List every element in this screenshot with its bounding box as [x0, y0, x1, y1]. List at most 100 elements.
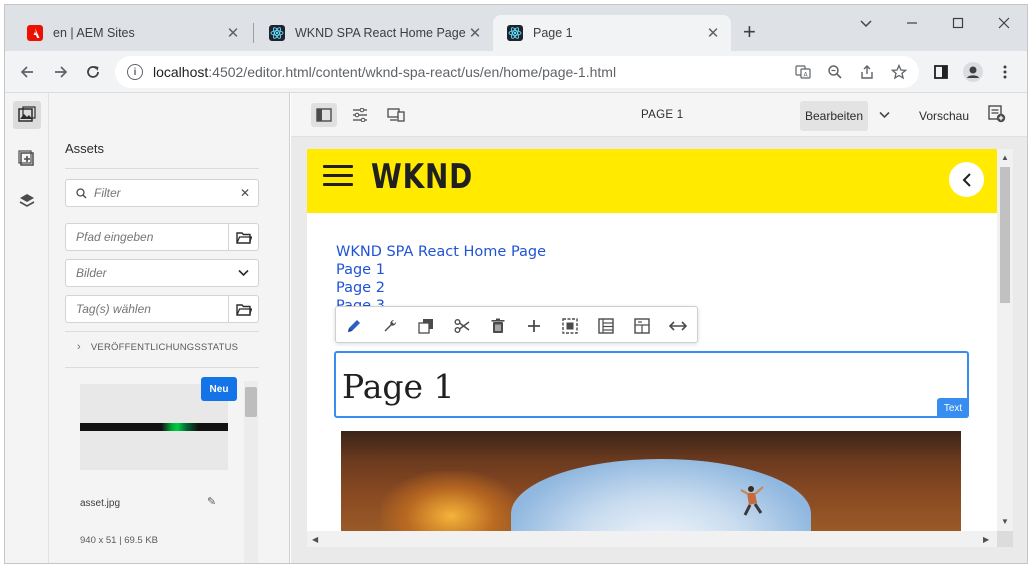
cut-scissors-icon[interactable] — [450, 314, 474, 338]
address-bar[interactable]: i localhost:4502/editor.html/content/wkn… — [115, 56, 919, 88]
insert-plus-icon[interactable] — [522, 314, 546, 338]
url-host: localhost — [153, 64, 209, 80]
divider — [65, 168, 259, 169]
new-badge: Neu — [201, 377, 237, 401]
scrollbar-thumb[interactable] — [245, 387, 257, 417]
text-component-selected[interactable]: Page 1 Text — [334, 351, 969, 418]
page-content-frame: WKND WKND SPA React Home Page Page 1 Pag… — [307, 149, 1013, 547]
site-info-icon[interactable]: i — [127, 64, 143, 80]
close-icon[interactable]: ✕ — [225, 24, 241, 42]
pencil-edit-icon[interactable]: ✎ — [207, 495, 216, 508]
content-vertical-scrollbar[interactable]: ▲ ▼ — [997, 149, 1013, 531]
tab-aem-sites[interactable]: en | AEM Sites ✕ — [13, 15, 251, 51]
assets-panel: Assets Filter ✕ Pfad eingeben Bilder Tag… — [49, 93, 334, 563]
scroll-up-arrow-icon[interactable]: ▲ — [1001, 153, 1009, 162]
select-parent-icon[interactable] — [558, 314, 582, 338]
divider — [65, 367, 259, 368]
path-field[interactable]: Pfad eingeben — [65, 223, 259, 251]
asset-type-select[interactable]: Bilder — [65, 259, 259, 287]
tags-input[interactable]: Tag(s) wählen — [66, 302, 228, 316]
toggle-side-panel-icon[interactable] — [311, 103, 337, 127]
scroll-left-arrow-icon[interactable]: ◀ — [312, 535, 318, 544]
asset-image-preview — [80, 423, 228, 431]
url-text: localhost:4502/editor.html/content/wknd-… — [153, 64, 616, 80]
profile-avatar-icon[interactable] — [963, 62, 983, 82]
navigation-list: WKND SPA React Home Page Page 1 Page 2 P… — [336, 243, 546, 315]
chevron-left-icon[interactable] — [949, 162, 984, 197]
asset-list-scrollbar[interactable] — [244, 381, 258, 563]
content-tree-layers-icon[interactable] — [13, 187, 41, 215]
new-tab-button[interactable]: + — [743, 19, 756, 45]
translate-icon[interactable]: A — [795, 64, 811, 80]
menu-kebab-icon[interactable] — [995, 62, 1015, 82]
hamburger-menu-icon[interactable] — [323, 165, 353, 187]
tab-page-1[interactable]: Page 1 ✕ — [493, 15, 731, 51]
maximize-icon[interactable] — [935, 9, 981, 37]
close-window-icon[interactable] — [981, 9, 1027, 37]
tab-divider — [253, 23, 254, 43]
chevron-down-icon[interactable] — [879, 107, 890, 122]
side-panel-icon[interactable] — [931, 62, 951, 82]
climber-figure — [740, 486, 764, 516]
scrollbar-thumb[interactable] — [1000, 167, 1010, 303]
tab-wknd-home[interactable]: WKND SPA React Home Page ✕ — [255, 15, 493, 51]
editor-canvas: WKND WKND SPA React Home Page Page 1 Pag… — [291, 137, 1027, 563]
site-logo[interactable]: WKND — [371, 157, 473, 197]
style-system-icon[interactable] — [630, 314, 654, 338]
adobe-icon — [27, 25, 43, 41]
copy-icon[interactable] — [414, 314, 438, 338]
url-path: :4502/editor.html/content/wknd-spa-react… — [208, 64, 617, 80]
tab-title: en | AEM Sites — [53, 26, 135, 40]
nav-link-page-2[interactable]: Page 2 — [336, 279, 546, 297]
component-type-label: Text — [937, 398, 969, 418]
assets-finder-icon[interactable] — [13, 101, 41, 129]
asset-type-value: Bilder — [76, 266, 107, 280]
folder-icon[interactable] — [228, 224, 258, 250]
back-arrow-icon[interactable] — [13, 58, 41, 86]
edit-mode-button[interactable]: Bearbeiten — [800, 101, 868, 131]
clear-icon[interactable]: ✕ — [232, 186, 258, 200]
content-horizontal-scrollbar[interactable]: ◀ ▶ — [307, 531, 997, 547]
path-input[interactable]: Pfad eingeben — [66, 230, 228, 244]
filter-field[interactable]: Filter ✕ — [65, 179, 259, 207]
react-icon — [269, 25, 285, 41]
components-icon[interactable] — [13, 145, 41, 173]
nav-link-home[interactable]: WKND SPA React Home Page — [336, 243, 546, 261]
minimize-icon[interactable] — [889, 9, 935, 37]
publish-status-label: VERÖFFENTLICHUNGSSTATUS — [90, 341, 239, 353]
tab-title: Page 1 — [533, 26, 573, 40]
page-properties-icon[interactable] — [347, 103, 373, 127]
chevron-right-icon: › — [77, 341, 81, 353]
delete-trash-icon[interactable] — [486, 314, 510, 338]
close-icon[interactable]: ✕ — [467, 24, 483, 42]
chevron-down-icon — [228, 269, 258, 277]
share-icon[interactable] — [859, 64, 875, 80]
reload-icon[interactable] — [79, 58, 107, 86]
search-icon — [66, 187, 90, 199]
zoom-icon[interactable] — [827, 64, 843, 80]
tags-field[interactable]: Tag(s) wählen — [65, 295, 259, 323]
wrench-configure-icon[interactable] — [378, 314, 402, 338]
browser-window: en | AEM Sites ✕ WKND SPA React Home Pag… — [4, 4, 1028, 564]
pencil-edit-icon[interactable] — [342, 314, 366, 338]
annotations-icon[interactable] — [988, 105, 1006, 126]
nav-link-page-1[interactable]: Page 1 — [336, 261, 546, 279]
hero-image-rock-climber — [341, 431, 961, 547]
publish-status-filter[interactable]: › VERÖFFENTLICHUNGSSTATUS — [77, 341, 238, 353]
folder-icon[interactable] — [228, 296, 258, 322]
preview-button[interactable]: Vorschau — [919, 109, 969, 123]
emulator-devices-icon[interactable] — [383, 103, 409, 127]
scroll-down-arrow-icon[interactable]: ▼ — [1001, 517, 1009, 526]
bookmark-star-icon[interactable] — [891, 64, 907, 80]
layout-group-icon[interactable] — [594, 314, 618, 338]
divider — [65, 331, 259, 332]
editor-toolbar: PAGE 1 Bearbeiten Vorschau — [291, 93, 1027, 137]
tab-title: WKND SPA React Home Page — [295, 26, 466, 40]
asset-name: asset.jpg — [80, 498, 121, 509]
close-icon[interactable]: ✕ — [705, 24, 721, 42]
filter-input[interactable]: Filter — [90, 186, 232, 200]
forward-arrow-icon[interactable] — [47, 58, 75, 86]
tab-search-icon[interactable] — [843, 9, 889, 37]
layout-resize-arrows-icon[interactable] — [666, 314, 690, 338]
scroll-right-arrow-icon[interactable]: ▶ — [983, 535, 989, 544]
